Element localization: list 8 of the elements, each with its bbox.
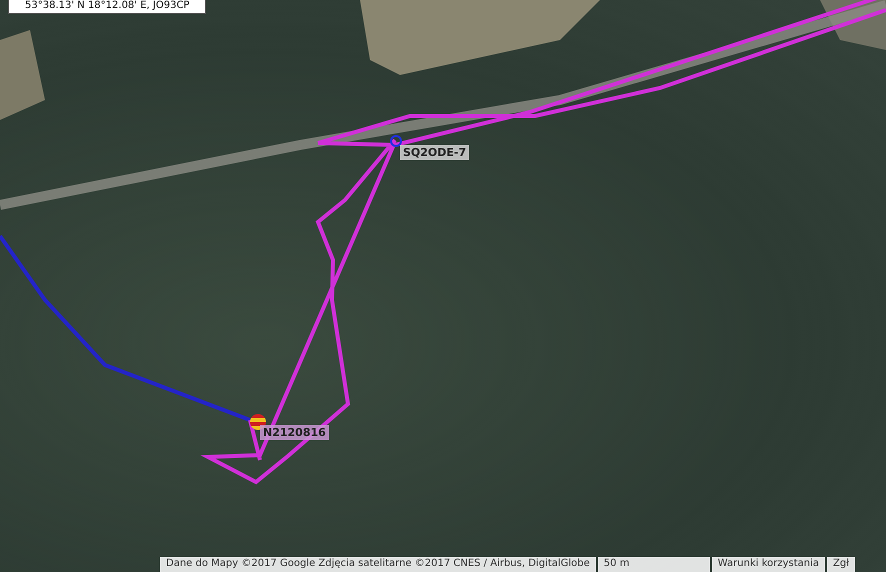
station-label[interactable]: SQ2ODE-7 xyxy=(400,145,470,160)
map-attribution: Dane do Mapy ©2017 Google Zdjęcia satelitarne ©2017 CNES / Airbus, DigitalGlobe xyxy=(160,557,596,572)
station-label[interactable]: N2120816 xyxy=(260,425,329,440)
report-link[interactable]: Zgł xyxy=(827,557,856,572)
satellite-map[interactable]: 53°38.13' N 18°12.08' E, JO93CP SQ2ODE-7 N2120816 Dane do Mapy ©2017 Google Zdjęcia satelitarne ©2017 CNES / Airbus, DigitalGlobe 50 m Warunki korzystania Zgł xyxy=(0,0,886,572)
scale-label: 50 m xyxy=(598,557,710,572)
coordinates-label: 53°38.13' N 18°12.08' E, JO93CP xyxy=(8,0,206,14)
terms-link[interactable]: Warunki korzystania xyxy=(712,557,826,572)
